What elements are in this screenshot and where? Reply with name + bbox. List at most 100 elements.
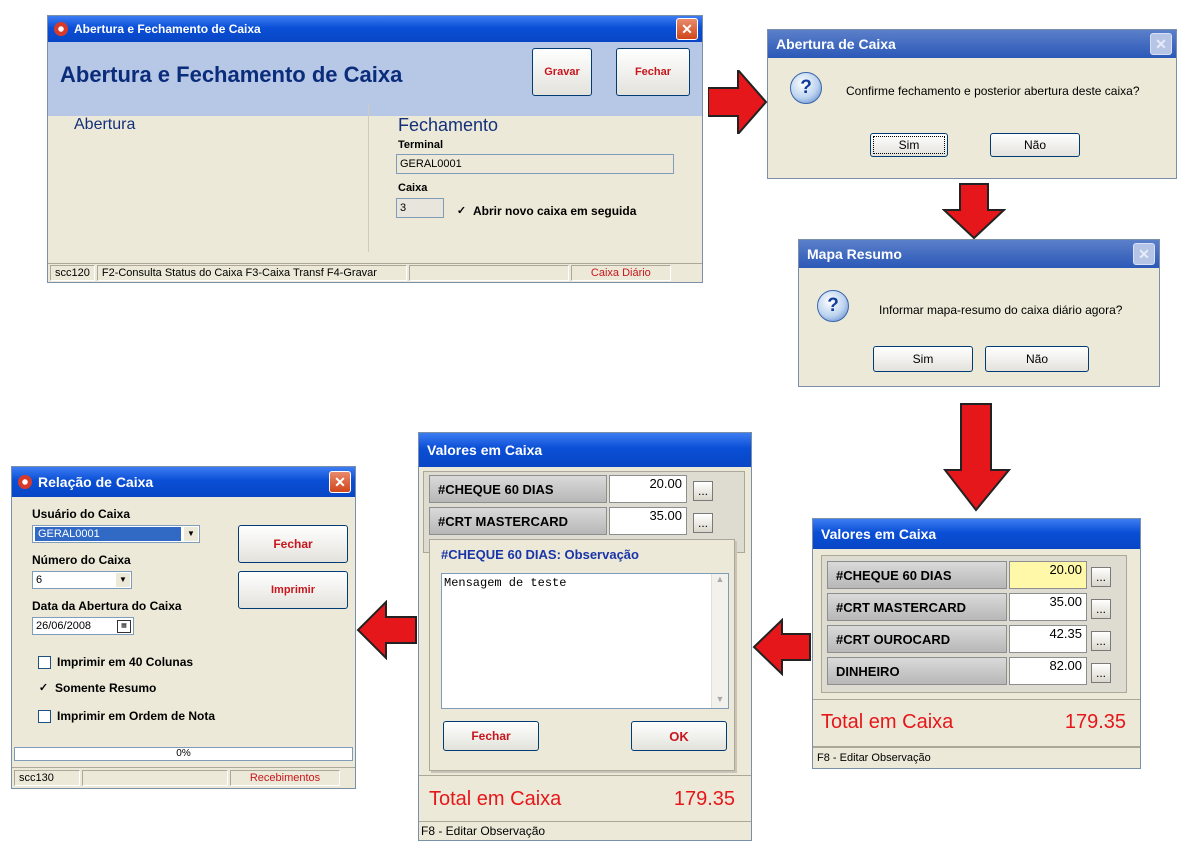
dialog-message: Informar mapa-resumo do caixa diário ago… bbox=[879, 303, 1123, 317]
total-label: Total em Caixa bbox=[821, 711, 954, 733]
title-bar: Abertura e Fechamento de Caixa ✕ bbox=[48, 16, 702, 42]
abrir-novo-box[interactable]: ✓ bbox=[456, 205, 467, 217]
abertura-heading: Abertura bbox=[74, 116, 136, 133]
title-bar: Valores em Caixa bbox=[419, 433, 751, 467]
fechar-button[interactable]: Fechar bbox=[616, 48, 690, 96]
sim-button[interactable]: Sim bbox=[873, 346, 973, 372]
row-label-ourocard: #CRT OUROCARD bbox=[827, 625, 1007, 653]
arrow-down-icon bbox=[942, 183, 1006, 240]
close-icon[interactable]: ✕ bbox=[1133, 243, 1155, 265]
window-title: Valores em Caixa bbox=[427, 442, 543, 458]
row-value-cheque[interactable]: 20.00 bbox=[609, 475, 687, 503]
total-value: 179.35 bbox=[1064, 711, 1126, 733]
dialog-title-bar: Mapa Resumo ✕ bbox=[799, 240, 1159, 268]
gravar-button[interactable]: Gravar bbox=[532, 48, 592, 96]
valores-caixa-window: Valores em Caixa #CHEQUE 60 DIAS 20.00 .… bbox=[812, 518, 1141, 769]
row-edit-button[interactable]: ... bbox=[693, 481, 713, 501]
option-label: Somente Resumo bbox=[55, 681, 157, 695]
option-label: Imprimir em 40 Colunas bbox=[57, 655, 194, 669]
checkbox-box[interactable]: ✓ bbox=[38, 682, 49, 694]
abrir-novo-label: Abrir novo caixa em seguida bbox=[473, 204, 637, 218]
mapa-resumo-dialog: Mapa Resumo ✕ ? Informar mapa-resumo do … bbox=[798, 239, 1160, 387]
title-bar: Valores em Caixa bbox=[813, 519, 1140, 549]
status-bar: F8 - Editar Observação bbox=[419, 821, 751, 840]
row-edit-button[interactable]: ... bbox=[1091, 631, 1111, 651]
fechamento-heading: Fechamento bbox=[398, 115, 499, 135]
nao-button[interactable]: Não bbox=[990, 133, 1080, 157]
row-value-ourocard[interactable]: 42.35 bbox=[1009, 625, 1087, 653]
usuario-value: GERAL0001 bbox=[35, 527, 181, 541]
data-label: Data da Abertura do Caixa bbox=[32, 599, 182, 613]
valores-caixa-obs-window: Valores em Caixa #CHEQUE 60 DIAS 20.00 .… bbox=[418, 432, 752, 841]
status-code: scc120 bbox=[50, 265, 95, 281]
usuario-select[interactable]: GERAL0001 ▼ bbox=[32, 525, 200, 543]
caixa-field[interactable]: 3 bbox=[396, 198, 444, 218]
nao-button[interactable]: Não bbox=[985, 346, 1089, 372]
ok-button[interactable]: OK bbox=[631, 721, 727, 751]
window-title: Relação de Caixa bbox=[38, 474, 154, 490]
ordem-nota-checkbox[interactable]: Imprimir em Ordem de Nota bbox=[38, 709, 215, 723]
status-caixa-diario[interactable]: Caixa Diário bbox=[570, 265, 671, 281]
close-icon[interactable]: ✕ bbox=[1150, 33, 1172, 55]
status-shortcuts: F2-Consulta Status do Caixa F3-Caixa Tra… bbox=[96, 265, 407, 281]
numero-select[interactable]: 6 ▼ bbox=[32, 571, 132, 589]
observacao-text: Mensagem de teste bbox=[444, 576, 567, 590]
somente-resumo-checkbox[interactable]: ✓ Somente Resumo bbox=[38, 681, 156, 695]
dialog-title: Abertura de Caixa bbox=[776, 36, 896, 52]
fechar-button[interactable]: Fechar bbox=[443, 721, 539, 751]
scroll-down-icon[interactable]: ▼ bbox=[712, 694, 728, 708]
status-text: F8 - Editar Observação bbox=[421, 824, 546, 838]
row-label-cheque: #CHEQUE 60 DIAS bbox=[429, 475, 607, 503]
abrir-novo-checkbox[interactable]: ✓ Abrir novo caixa em seguida bbox=[456, 204, 637, 218]
row-value-dinheiro[interactable]: 82.00 bbox=[1009, 657, 1087, 685]
observacao-title: #CHEQUE 60 DIAS: Observação bbox=[441, 547, 639, 562]
title-bar: Relação de Caixa ✕ bbox=[12, 467, 355, 497]
scroll-up-icon[interactable]: ▲ bbox=[712, 574, 728, 588]
caixa-label: Caixa bbox=[398, 182, 428, 194]
numero-value: 6 bbox=[36, 574, 43, 586]
chevron-down-icon[interactable]: ▼ bbox=[184, 527, 198, 541]
option-label: Imprimir em Ordem de Nota bbox=[57, 709, 216, 723]
arrow-down-icon bbox=[943, 403, 1012, 512]
data-field[interactable]: 26/06/2008 ▦ bbox=[32, 617, 134, 635]
status-recebimentos[interactable]: Recebimentos bbox=[230, 770, 340, 786]
checkbox-box[interactable] bbox=[38, 655, 51, 669]
sim-button[interactable]: Sim bbox=[870, 133, 948, 157]
row-edit-button[interactable]: ... bbox=[1091, 663, 1111, 683]
window-title: Abertura e Fechamento de Caixa bbox=[74, 22, 261, 36]
calendar-icon[interactable]: ▦ bbox=[117, 620, 131, 633]
row-value-mastercard[interactable]: 35.00 bbox=[1009, 593, 1087, 621]
close-icon[interactable]: ✕ bbox=[676, 18, 698, 40]
arrow-left-icon bbox=[356, 600, 417, 660]
numero-label: Número do Caixa bbox=[32, 553, 131, 567]
status-code: scc130 bbox=[14, 770, 80, 786]
row-edit-button[interactable]: ... bbox=[693, 513, 713, 533]
total-label: Total em Caixa bbox=[429, 788, 562, 810]
row-label-mastercard: #CRT MASTERCARD bbox=[429, 507, 607, 535]
status-bar: F8 - Editar Observação bbox=[813, 747, 1140, 768]
arrow-left-icon bbox=[752, 618, 811, 676]
imprimir-button[interactable]: Imprimir bbox=[238, 571, 348, 609]
dialog-title: Mapa Resumo bbox=[807, 246, 902, 262]
row-value-mastercard[interactable]: 35.00 bbox=[609, 507, 687, 535]
scrollbar[interactable]: ▲ ▼ bbox=[711, 574, 728, 708]
terminal-label: Terminal bbox=[398, 139, 444, 151]
row-edit-button[interactable]: ... bbox=[1091, 567, 1111, 587]
row-edit-button[interactable]: ... bbox=[1091, 599, 1111, 619]
dialog-message: Confirme fechamento e posterior abertura… bbox=[846, 84, 1140, 98]
question-icon: ? bbox=[790, 72, 822, 104]
status-bar: scc130 Recebimentos bbox=[12, 767, 355, 788]
terminal-field[interactable]: GERAL0001 bbox=[396, 154, 674, 174]
checkbox-box[interactable] bbox=[38, 709, 51, 723]
row-value-cheque[interactable]: 20.00 bbox=[1009, 561, 1087, 589]
close-icon[interactable]: ✕ bbox=[329, 471, 351, 493]
row-label-mastercard: #CRT MASTERCARD bbox=[827, 593, 1007, 621]
fechar-button[interactable]: Fechar bbox=[238, 525, 348, 563]
observacao-textarea[interactable]: Mensagem de teste ▲ ▼ bbox=[441, 573, 729, 709]
status-empty bbox=[408, 265, 569, 281]
imprimir-40-checkbox[interactable]: Imprimir em 40 Colunas bbox=[38, 655, 193, 669]
usuario-label: Usuário do Caixa bbox=[32, 507, 131, 521]
progress-text: 0% bbox=[176, 748, 191, 759]
chevron-down-icon[interactable]: ▼ bbox=[116, 573, 130, 587]
status-bar: scc120 F2-Consulta Status do Caixa F3-Ca… bbox=[48, 263, 702, 282]
